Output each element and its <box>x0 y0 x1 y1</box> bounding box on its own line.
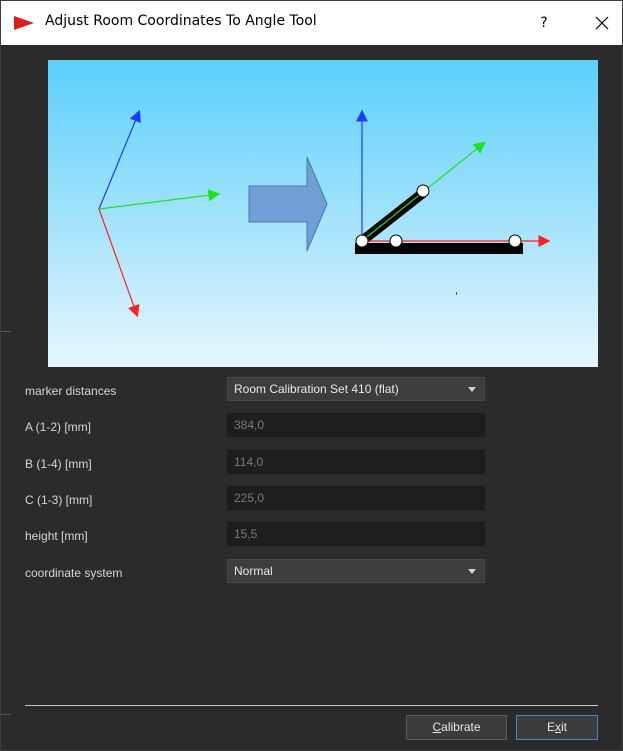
footer-separator <box>25 705 598 706</box>
distance-b-label: B (1-4) [mm] <box>25 457 92 471</box>
coordinate-system-label: coordinate system <box>25 566 123 580</box>
height-field[interactable]: 15,5 <box>227 522 485 546</box>
calibrate-label: alibrate <box>441 720 481 734</box>
distance-a-label: A (1-2) [mm] <box>25 420 92 434</box>
help-label: ? <box>540 15 548 31</box>
dialog-window: Adjust Room Coordinates To Angle Tool ? <box>0 0 623 751</box>
help-button[interactable]: ? <box>529 7 559 39</box>
marker-distances-value: Room Calibration Set 410 (flat) <box>234 382 399 396</box>
close-icon <box>595 16 609 30</box>
close-button[interactable] <box>586 7 618 39</box>
exit-label-end: it <box>561 720 567 734</box>
exit-button[interactable]: Exit <box>516 715 598 740</box>
distance-a-field[interactable]: 384,0 <box>227 413 485 437</box>
marker-distances-select[interactable]: Room Calibration Set 410 (flat) <box>227 377 485 401</box>
window-title: Adjust Room Coordinates To Angle Tool <box>45 13 317 29</box>
height-label: height [mm] <box>25 529 88 543</box>
tilted-axes-icon <box>98 109 221 318</box>
aligned-axes-icon <box>355 109 551 295</box>
transform-arrow-icon <box>248 156 328 252</box>
coordinate-system-select[interactable]: Normal <box>227 559 485 583</box>
distance-b-field[interactable]: 114,0 <box>227 450 485 474</box>
calibrate-button[interactable]: Calibrate <box>406 715 507 740</box>
illustration-graphic <box>98 109 551 318</box>
chevron-down-icon <box>468 387 476 392</box>
distance-c-label: C (1-3) [mm] <box>25 493 93 507</box>
distance-c-field[interactable]: 225,0 <box>227 486 485 510</box>
app-logo-icon <box>14 16 34 30</box>
edge-mark <box>1 331 11 332</box>
marker-distances-label: marker distances <box>25 384 117 398</box>
calibrate-mnemonic: C <box>432 720 442 734</box>
edge-mark <box>1 714 11 715</box>
coordinate-system-value: Normal <box>234 564 273 578</box>
chevron-down-icon <box>468 569 476 574</box>
title-bar[interactable]: Adjust Room Coordinates To Angle Tool ? <box>1 1 622 45</box>
exit-label-start: E <box>546 720 555 734</box>
calibration-illustration <box>48 60 598 367</box>
